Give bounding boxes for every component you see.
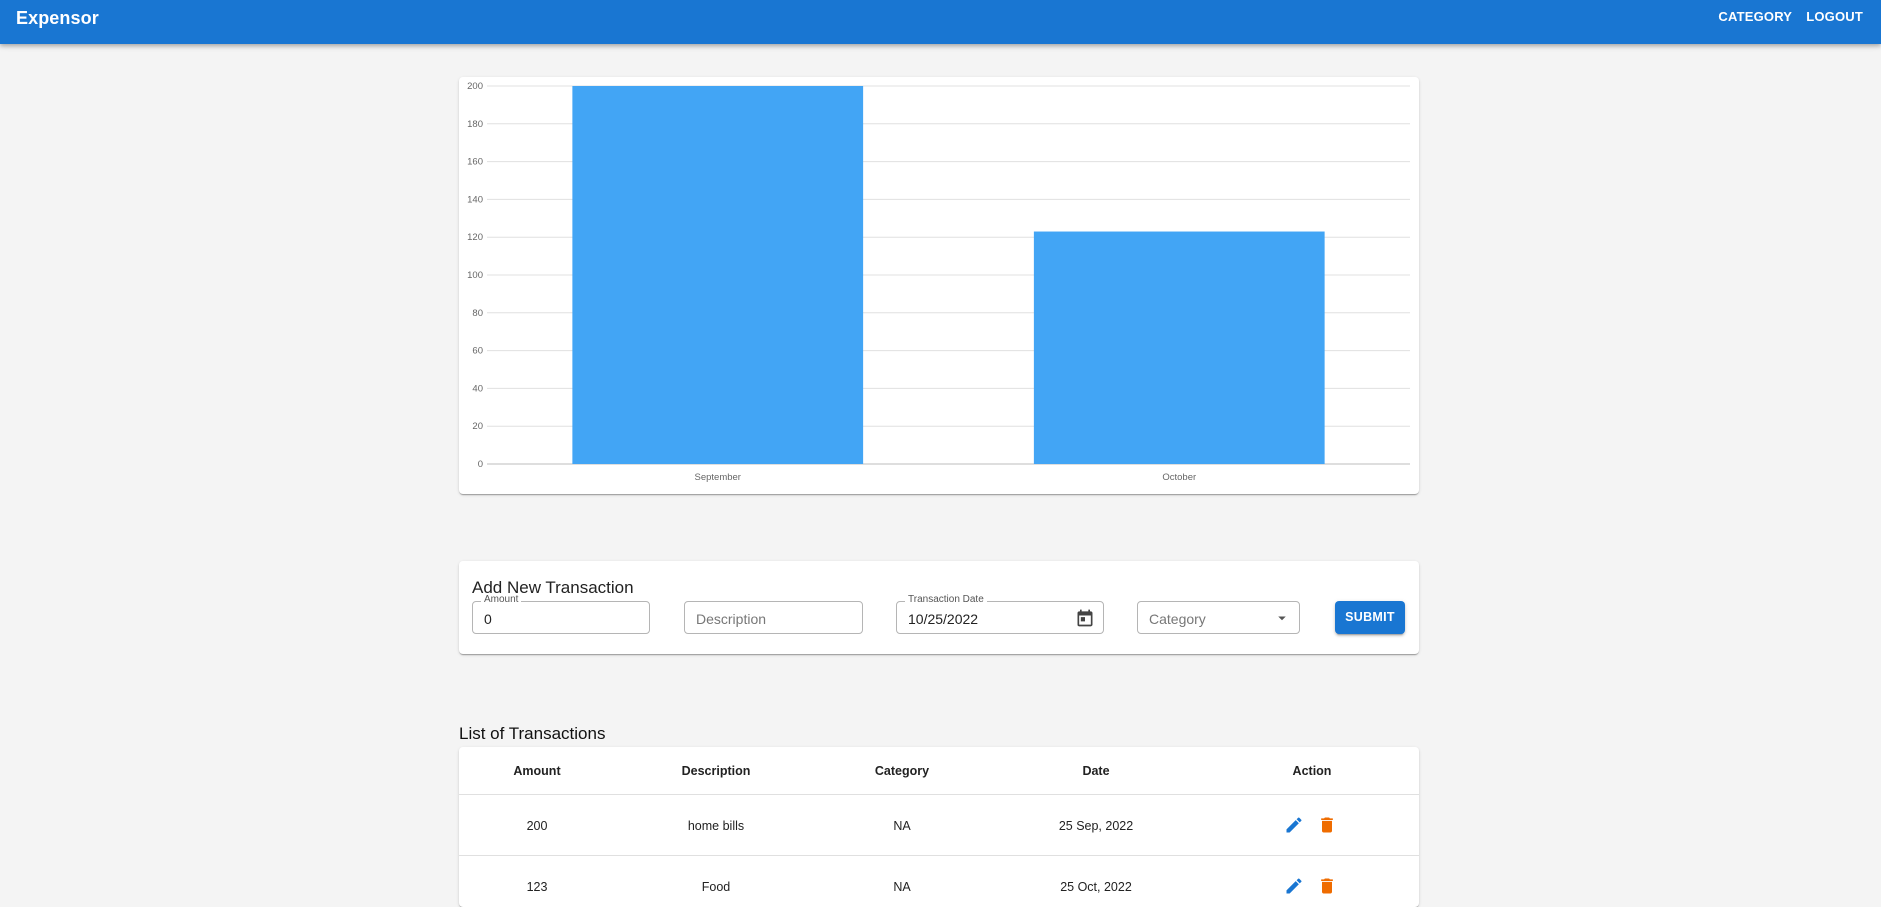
category-placeholder: Category: [1149, 611, 1206, 627]
row-amount: 123: [526, 880, 548, 894]
y-tick-label: 20: [472, 421, 483, 432]
y-tick-label: 200: [467, 81, 483, 92]
amount-value: 0: [484, 611, 492, 627]
column-header-category: Category: [874, 764, 930, 778]
y-tick-label: 140: [467, 194, 483, 205]
pencil-icon[interactable]: [1284, 815, 1304, 835]
add-transaction-card: Add New Transaction Amount 0 Description…: [459, 561, 1419, 654]
row-category: NA: [893, 819, 911, 833]
row-date: 25 Oct, 2022: [1060, 880, 1132, 894]
calendar-icon[interactable]: [1075, 608, 1095, 628]
description-field[interactable]: Description: [684, 601, 863, 634]
y-tick-label: 120: [467, 232, 483, 243]
x-tick-label: September: [695, 472, 741, 483]
column-header-amount: Amount: [513, 764, 561, 778]
chart-card: 0 20 40 60 80 100 120 140 160 180 200 September Octo…: [459, 77, 1419, 494]
y-tick-label: 180: [467, 119, 483, 130]
transactions-table: Amount Description Category Date Action …: [459, 747, 1419, 907]
category-select[interactable]: Category: [1137, 601, 1300, 634]
y-tick-label: 0: [478, 459, 483, 470]
app-title[interactable]: Expensor: [16, 8, 99, 29]
transaction-date-field[interactable]: Transaction Date 10/25/2022: [896, 594, 1104, 634]
nav-links: CATEGORY LOGOUT: [1718, 9, 1863, 24]
pencil-icon[interactable]: [1284, 876, 1304, 896]
y-tick-label: 80: [472, 308, 483, 319]
trash-icon[interactable]: [1317, 876, 1337, 896]
nav-category-link[interactable]: CATEGORY: [1718, 9, 1792, 24]
arrow-drop-down-icon: [1273, 609, 1291, 627]
table-header-row: Amount Description Category Date Action: [459, 747, 1419, 795]
submit-button[interactable]: SUBMIT: [1335, 601, 1405, 634]
table-row: 123 Food NA 25 Oct, 2022: [459, 856, 1419, 907]
row-description: Food: [701, 880, 731, 894]
column-header-description: Description: [681, 764, 751, 778]
y-tick-label: 60: [472, 346, 483, 357]
amount-field[interactable]: Amount 0: [472, 594, 650, 634]
amount-label: Amount: [481, 594, 522, 606]
row-description: home bills: [687, 819, 745, 833]
x-tick-label: October: [1162, 472, 1196, 483]
column-header-date: Date: [1082, 764, 1110, 778]
bar-october[interactable]: [1033, 231, 1325, 464]
y-tick-label: 40: [472, 383, 483, 394]
table-row: 200 home bills NA 25 Sep, 2022: [459, 795, 1419, 856]
list-title: List of Transactions: [459, 724, 606, 743]
description-placeholder: Description: [696, 611, 767, 627]
row-amount: 200: [526, 819, 548, 833]
row-date: 25 Sep, 2022: [1058, 819, 1134, 833]
transaction-date-value: 10/25/2022: [908, 611, 979, 627]
row-category: NA: [893, 880, 911, 894]
column-header-action: Action: [1292, 764, 1332, 778]
bar-september[interactable]: [572, 86, 864, 464]
app-bar: Expensor CATEGORY LOGOUT: [0, 0, 1881, 44]
bar-chart: 0 20 40 60 80 100 120 140 160 180 200 September Octo…: [467, 81, 1410, 483]
trash-icon[interactable]: [1317, 815, 1337, 835]
y-tick-label: 160: [467, 157, 483, 168]
y-tick-label: 100: [467, 270, 483, 281]
transaction-date-label: Transaction Date: [905, 594, 987, 606]
nav-logout-link[interactable]: LOGOUT: [1806, 9, 1863, 24]
